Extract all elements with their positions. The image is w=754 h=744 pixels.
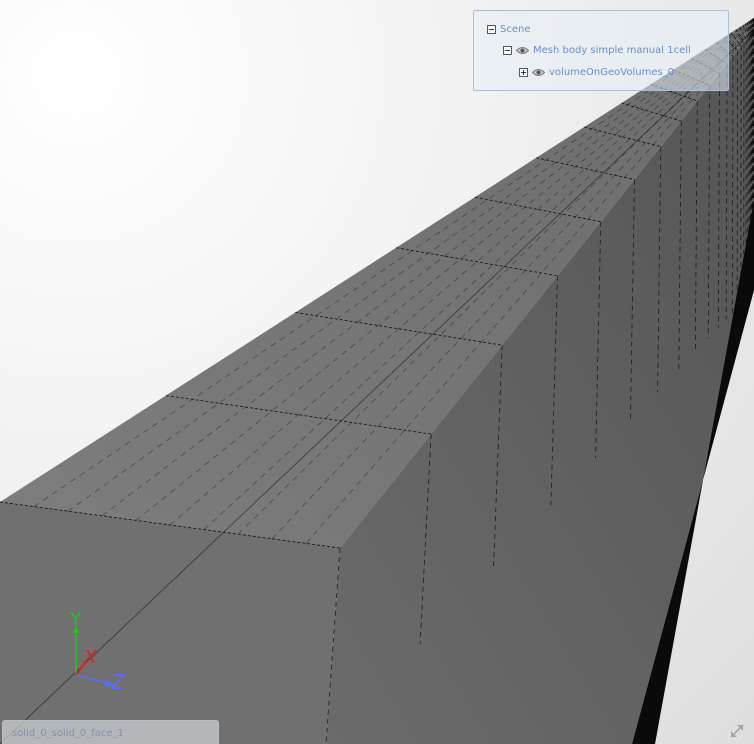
minus-box-icon[interactable] bbox=[503, 46, 512, 55]
mesh-edge bbox=[736, 50, 739, 308]
tree-item-label: Mesh body simple manual 1cell bbox=[533, 45, 691, 56]
tree-item-label: volumeOnGeoVolumes_0 bbox=[549, 67, 675, 78]
tree-item-mesh-body[interactable]: Mesh body simple manual 1cell bbox=[503, 45, 691, 56]
tree-item-volume[interactable]: volumeOnGeoVolumes_0 bbox=[519, 67, 674, 78]
eye-icon[interactable] bbox=[532, 68, 545, 77]
status-bar: solid_0_solid_0_face_1 bbox=[2, 720, 219, 744]
z-axis-line bbox=[75, 674, 111, 685]
tree-item-scene[interactable]: Scene bbox=[487, 24, 531, 35]
scene-tree-panel: Scene Mesh body simple manual 1cell volu… bbox=[473, 10, 729, 91]
tree-item-label: Scene bbox=[500, 24, 531, 35]
axis-x-label: X bbox=[83, 647, 97, 668]
minus-box-icon[interactable] bbox=[487, 25, 496, 34]
plus-box-icon[interactable] bbox=[519, 68, 528, 77]
axes-triad: Y X Z bbox=[69, 609, 126, 694]
selected-face-label: solid_0_solid_0_face_1 bbox=[12, 728, 124, 739]
expand-arrows-icon[interactable] bbox=[728, 722, 746, 740]
axis-y-label: Y bbox=[69, 609, 82, 630]
eye-icon[interactable] bbox=[516, 46, 529, 55]
axis-z-label: Z bbox=[110, 670, 126, 694]
